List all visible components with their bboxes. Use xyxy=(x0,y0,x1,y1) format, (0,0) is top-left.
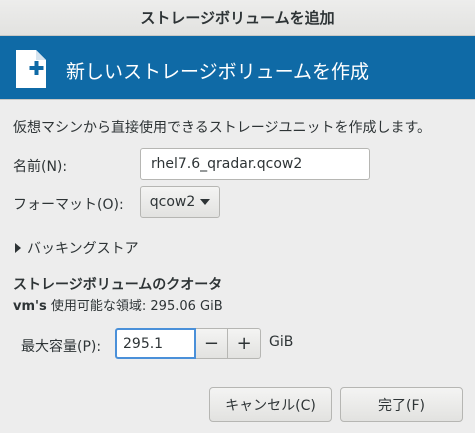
backing-store-label: バッキングストア xyxy=(27,241,139,257)
format-label: フォーマット(O): xyxy=(13,197,124,213)
chevron-down-icon xyxy=(200,199,211,205)
pool-name: vm's xyxy=(13,299,47,314)
quota-section-title: ストレージボリュームのクオータ xyxy=(13,277,223,293)
name-input-value: rhel7.6_qradar.qcow2 xyxy=(151,156,303,172)
backing-store-expander[interactable]: バッキングストア xyxy=(15,238,139,258)
plus-icon: + xyxy=(236,333,252,354)
available-space-text: vm's 使用可能な領域: 295.06 GiB xyxy=(13,295,223,314)
chevron-right-icon xyxy=(15,243,21,253)
name-label: 名前(N): xyxy=(13,159,68,175)
max-capacity-spinner: 295.1 − + xyxy=(115,328,261,359)
cancel-button-label: キャンセル(C) xyxy=(225,397,316,414)
max-capacity-label: 最大容量(P): xyxy=(21,339,102,355)
capacity-unit: GiB xyxy=(269,334,294,350)
max-capacity-input[interactable]: 295.1 xyxy=(115,328,196,359)
new-document-icon xyxy=(16,50,46,88)
max-capacity-value: 295.1 xyxy=(123,335,164,352)
name-input[interactable]: rhel7.6_qradar.qcow2 xyxy=(140,148,370,180)
window-title: ストレージボリュームを追加 xyxy=(140,9,335,27)
decrement-button[interactable]: − xyxy=(195,328,229,359)
format-dropdown-value: qcow2 xyxy=(149,194,196,210)
description-text: 仮想マシンから直接使用できるストレージユニットを作成します。 xyxy=(13,120,432,136)
increment-button[interactable]: + xyxy=(228,328,261,359)
minus-icon: − xyxy=(203,333,219,354)
available-space-value: 使用可能な領域: 295.06 GiB xyxy=(50,299,223,314)
cancel-button[interactable]: キャンセル(C) xyxy=(209,387,332,422)
header-title: 新しいストレージボリュームを作成 xyxy=(66,61,370,83)
format-dropdown[interactable]: qcow2 xyxy=(140,186,220,218)
finish-button-label: 完了(F) xyxy=(378,397,425,414)
title-bar: ストレージボリュームを追加 xyxy=(0,0,475,36)
finish-button[interactable]: 完了(F) xyxy=(340,387,463,422)
